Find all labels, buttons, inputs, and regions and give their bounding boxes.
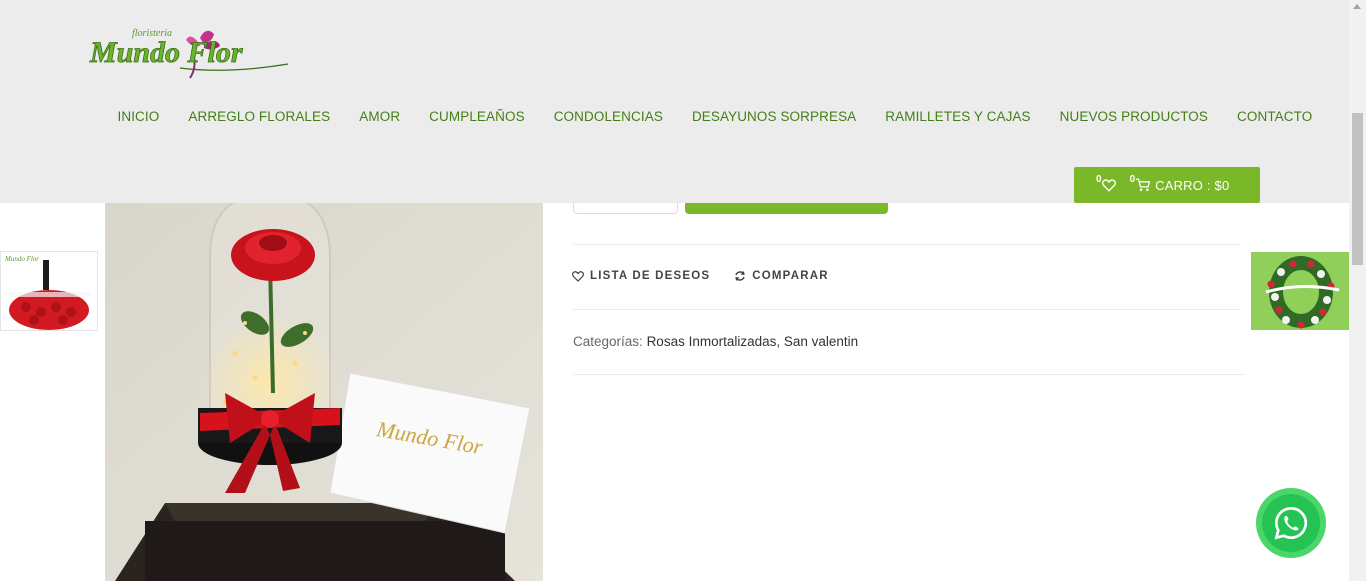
nav-item-arreglo-florales[interactable]: ARREGLO FLORALES: [174, 109, 345, 124]
whatsapp-inner: [1262, 494, 1320, 552]
categories-links[interactable]: Rosas Inmortalizadas, San valentin: [647, 334, 859, 349]
nav-item-nuevos-productos[interactable]: NUEVOS PRODUCTOS: [1045, 109, 1222, 124]
compare-link[interactable]: COMPARAR: [734, 270, 828, 282]
heart-icon: [572, 270, 584, 282]
site-header: floristeria Mundo Flor INICIO ARREGLO FL…: [0, 0, 1349, 203]
divider: [573, 309, 1241, 310]
whatsapp-button[interactable]: [1256, 488, 1326, 558]
nav-item-desayunos-sorpresa[interactable]: DESAYUNOS SORPRESA: [677, 109, 870, 124]
site-logo[interactable]: floristeria Mundo Flor: [88, 24, 293, 80]
previous-product-image: Mundo Flor: [1, 252, 97, 330]
scrollbar-thumb[interactable]: [1352, 113, 1363, 265]
page: Mundo Flor LISTA DE DESEOS COMPARAR Cate…: [0, 0, 1366, 581]
next-product-image: [1251, 252, 1349, 330]
logo-graphic: floristeria Mundo Flor: [89, 28, 289, 79]
previous-product-thumbnail[interactable]: Mundo Flor: [0, 251, 98, 331]
wishlist-link[interactable]: LISTA DE DESEOS: [572, 270, 710, 282]
divider: [573, 374, 1245, 375]
nav-item-ramilletes-y-cajas[interactable]: RAMILLETES Y CAJAS: [871, 109, 1045, 124]
refresh-icon: [735, 271, 745, 281]
page-scrollbar[interactable]: [1349, 0, 1366, 581]
nav-item-inicio[interactable]: INICIO: [103, 109, 174, 124]
wishlist-count: 0: [1096, 173, 1102, 185]
svg-text:Mundo Flor: Mundo Flor: [4, 255, 39, 263]
divider: [573, 244, 1241, 245]
product-main-image[interactable]: Mundo Flor: [105, 203, 543, 581]
product-photo: Mundo Flor: [105, 203, 543, 581]
nav-item-cumpleanos[interactable]: CUMPLEAÑOS: [415, 109, 540, 124]
cart-icon: [1136, 178, 1151, 192]
nav-item-amor[interactable]: AMOR: [345, 109, 415, 124]
product-categories: Categorías: Rosas Inmortalizadas, San va…: [573, 334, 858, 349]
product-actions: LISTA DE DESEOS COMPARAR: [572, 270, 829, 282]
whatsapp-icon: [1274, 507, 1308, 540]
cart-count: 0: [1129, 173, 1136, 185]
next-product-thumbnail[interactable]: [1251, 252, 1349, 330]
header-wishlist[interactable]: 0: [1096, 174, 1116, 192]
heart-icon: [1101, 178, 1116, 192]
cart-label: CARRO : $0: [1155, 177, 1230, 193]
logo-main-text: Mundo Flor: [89, 36, 243, 69]
scroll-up-arrow[interactable]: [1353, 4, 1361, 9]
categories-label: Categorías:: [573, 334, 643, 349]
wishlist-label: LISTA DE DESEOS: [590, 270, 711, 282]
header-cart[interactable]: 0 CARRO : $0: [1130, 174, 1230, 193]
main-navigation: INICIO ARREGLO FLORALES AMOR CUMPLEAÑOS …: [103, 109, 1327, 124]
nav-item-condolencias[interactable]: CONDOLENCIAS: [539, 109, 677, 124]
cart-button[interactable]: 0 0 CARRO : $0: [1074, 167, 1260, 203]
compare-label: COMPARAR: [752, 270, 829, 282]
nav-item-contacto[interactable]: CONTACTO: [1223, 109, 1327, 124]
